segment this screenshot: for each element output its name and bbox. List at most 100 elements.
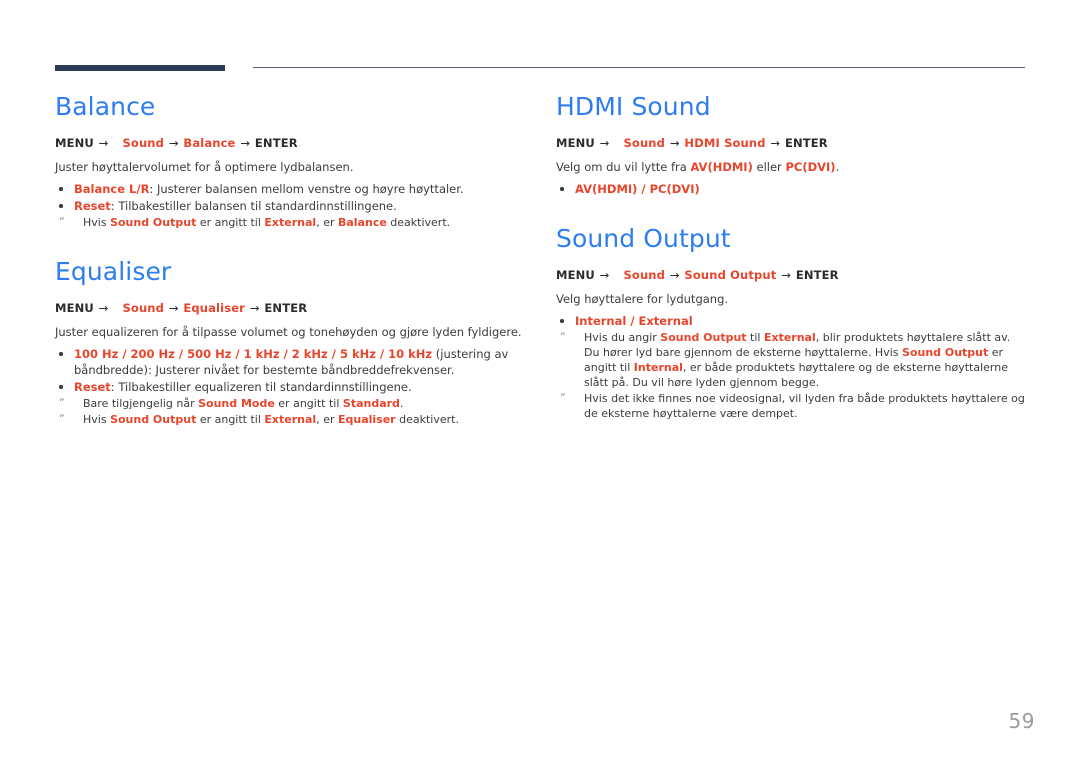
menu-path-suffix: ENTER: [254, 136, 298, 150]
note-text: er angitt til: [196, 413, 265, 426]
manual-page: Balance MENU → Sound → Balance → ENTER Just…: [0, 0, 1080, 763]
bullet-term: AV(HDMI) / PC(DVI): [575, 182, 700, 196]
section-sound-output: Sound Output MENU → Sound → Sound Output →…: [556, 224, 1028, 421]
menu-path-item: Balance: [183, 136, 236, 150]
note-text: , er: [316, 413, 338, 426]
arrow-icon: →: [766, 136, 785, 150]
note-highlight: Equaliser: [337, 413, 396, 426]
bullet-dot-icon: [560, 319, 564, 323]
note-text: til: [746, 331, 764, 344]
bullet-description: : Tilbakestiller equalizeren til standar…: [110, 380, 412, 394]
note-text: Hvis du angir: [584, 331, 661, 344]
bullet-dot-icon: [59, 352, 63, 356]
header-rule-thin: [253, 67, 1025, 68]
arrow-icon: →: [246, 301, 264, 315]
menu-path-item: Sound Output: [684, 268, 777, 282]
menu-path-item: Sound: [623, 136, 666, 150]
note-highlight: Sound Output: [902, 346, 989, 359]
section-heading-balance: Balance: [55, 92, 156, 121]
menu-path-suffix: ENTER: [785, 136, 828, 150]
note-highlight: Standard: [342, 397, 400, 410]
section-lead-hdmi-sound: Velg om du vil lytte fra AV(HDMI) eller …: [556, 159, 1028, 175]
bullet-item: Balance L/R: Justerer balansen mellom ve…: [55, 181, 533, 197]
bullet-description: : Justerer balansen mellom venstre og hø…: [149, 182, 464, 196]
arrow-icon: →: [94, 136, 109, 150]
note-text: deaktivert.: [386, 216, 451, 229]
header-rule-thick: [55, 65, 225, 71]
bullet-item: Reset: Tilbakestiller balansen til stand…: [55, 198, 533, 214]
section-hdmi-sound: HDMI Sound MENU → Sound → HDMI Sound → ENT…: [556, 92, 1028, 197]
menu-path-balance: MENU → Sound → Balance → ENTER: [55, 136, 533, 151]
arrow-icon: →: [666, 268, 684, 282]
menu-path-item: Sound: [122, 301, 165, 315]
bullet-list-sound-output: Internal / External: [556, 313, 1028, 329]
lead-highlight: PC(DVI): [785, 160, 836, 174]
menu-path-item: Equaliser: [183, 301, 246, 315]
arrow-icon: →: [165, 301, 183, 315]
bullet-item: Reset: Tilbakestiller equalizeren til st…: [55, 379, 533, 395]
note-text: er angitt til: [196, 216, 265, 229]
section-heading-sound-output: Sound Output: [556, 224, 731, 253]
note-text: Hvis: [83, 413, 111, 426]
bullet-list-balance: Balance L/R: Justerer balansen mellom ve…: [55, 181, 533, 214]
bullet-dot-icon: [560, 187, 564, 191]
note-text: er angitt til: [274, 397, 343, 410]
menu-path-suffix: ENTER: [264, 301, 308, 315]
lead-text: .: [835, 160, 840, 174]
note-highlight: External: [264, 216, 317, 229]
bullet-dot-icon: [59, 204, 63, 208]
menu-path-item: Sound: [623, 268, 666, 282]
note: ˮ Hvis Sound Output er angitt til Externa…: [55, 412, 533, 427]
bullet-description: : Tilbakestiller balansen til standardin…: [110, 199, 397, 213]
arrow-icon: →: [595, 268, 610, 282]
note-text: , er: [316, 216, 338, 229]
note-text: .: [399, 397, 404, 410]
section-equaliser: Equaliser MENU → Sound → Equaliser → ENTER…: [55, 257, 533, 427]
note-text: Hvis: [83, 216, 111, 229]
menu-path-suffix: ENTER: [795, 268, 839, 282]
note-text: Bare tilgjengelig når: [83, 397, 199, 410]
arrow-icon: →: [236, 136, 254, 150]
page-number: 59: [1008, 709, 1035, 733]
note-marker-icon: ˮ: [560, 330, 566, 343]
menu-path-hdmi-sound: MENU → Sound → HDMI Sound → ENTER: [556, 136, 1028, 151]
bullet-dot-icon: [59, 187, 63, 191]
note-highlight: Internal: [633, 361, 683, 374]
lead-text: eller: [752, 160, 786, 174]
note-highlight: External: [264, 413, 317, 426]
note-highlight: External: [763, 331, 816, 344]
arrow-icon: →: [777, 268, 795, 282]
right-column: HDMI Sound MENU → Sound → HDMI Sound → ENT…: [556, 92, 1028, 421]
bullet-term: Balance L/R: [74, 182, 150, 196]
bullet-list-equaliser: 100 Hz / 200 Hz / 500 Hz / 1 kHz / 2 kHz…: [55, 346, 533, 395]
section-heading-hdmi-sound: HDMI Sound: [556, 92, 711, 121]
bullet-dot-icon: [59, 385, 63, 389]
note-highlight: Sound Mode: [198, 397, 275, 410]
lead-highlight: AV(HDMI): [690, 160, 753, 174]
note-text: deaktivert.: [395, 413, 459, 426]
section-lead-sound-output: Velg høyttalere for lydutgang.: [556, 292, 729, 306]
bullet-list-hdmi-sound: AV(HDMI) / PC(DVI): [556, 181, 1028, 197]
note-highlight: Sound Output: [660, 331, 747, 344]
note: ˮ Hvis du angir Sound Output til External…: [556, 330, 1028, 390]
arrow-icon: →: [165, 136, 183, 150]
note-highlight: Sound Output: [110, 413, 197, 426]
bullet-term: Reset: [74, 199, 111, 213]
note: ˮ Hvis Sound Output er angitt til Externa…: [55, 215, 533, 230]
menu-path-prefix: MENU: [556, 136, 595, 150]
menu-path-prefix: MENU: [556, 268, 595, 282]
note: ˮ Hvis det ikke finnes noe videosignal, v…: [556, 391, 1028, 421]
section-heading-equaliser: Equaliser: [55, 257, 172, 286]
note-marker-icon: ˮ: [59, 215, 65, 228]
note-highlight: Balance: [337, 216, 387, 229]
arrow-icon: →: [666, 136, 684, 150]
menu-path-equaliser: MENU → Sound → Equaliser → ENTER: [55, 301, 533, 316]
section-lead-balance: Juster høyttalervolumet for å optimere l…: [55, 160, 354, 174]
left-column: Balance MENU → Sound → Balance → ENTER Just…: [55, 92, 533, 427]
note-highlight: Sound Output: [110, 216, 197, 229]
menu-path-sound-output: MENU → Sound → Sound Output → ENTER: [556, 268, 1028, 283]
bullet-item: 100 Hz / 200 Hz / 500 Hz / 1 kHz / 2 kHz…: [55, 346, 533, 378]
note-marker-icon: ˮ: [59, 396, 65, 409]
bullet-item: AV(HDMI) / PC(DVI): [556, 181, 1028, 197]
menu-path-item: HDMI Sound: [684, 136, 766, 150]
